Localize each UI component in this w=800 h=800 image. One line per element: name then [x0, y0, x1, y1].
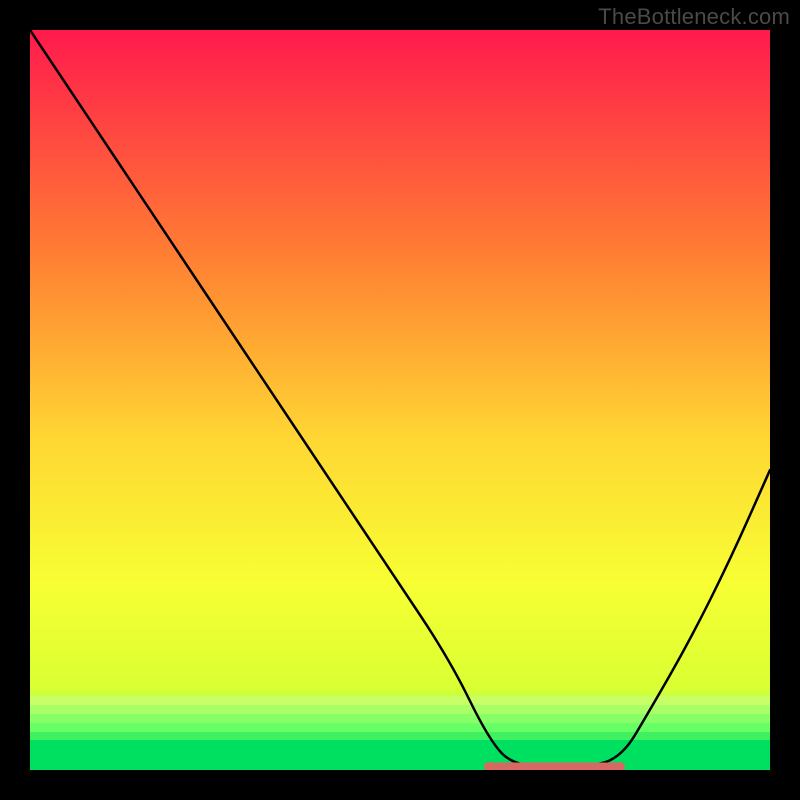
- chart-frame: TheBottleneck.com: [0, 0, 800, 800]
- plot-area: [30, 30, 770, 770]
- bottleneck-curve: [30, 30, 770, 767]
- watermark-text: TheBottleneck.com: [598, 4, 790, 30]
- curve-layer: [30, 30, 770, 770]
